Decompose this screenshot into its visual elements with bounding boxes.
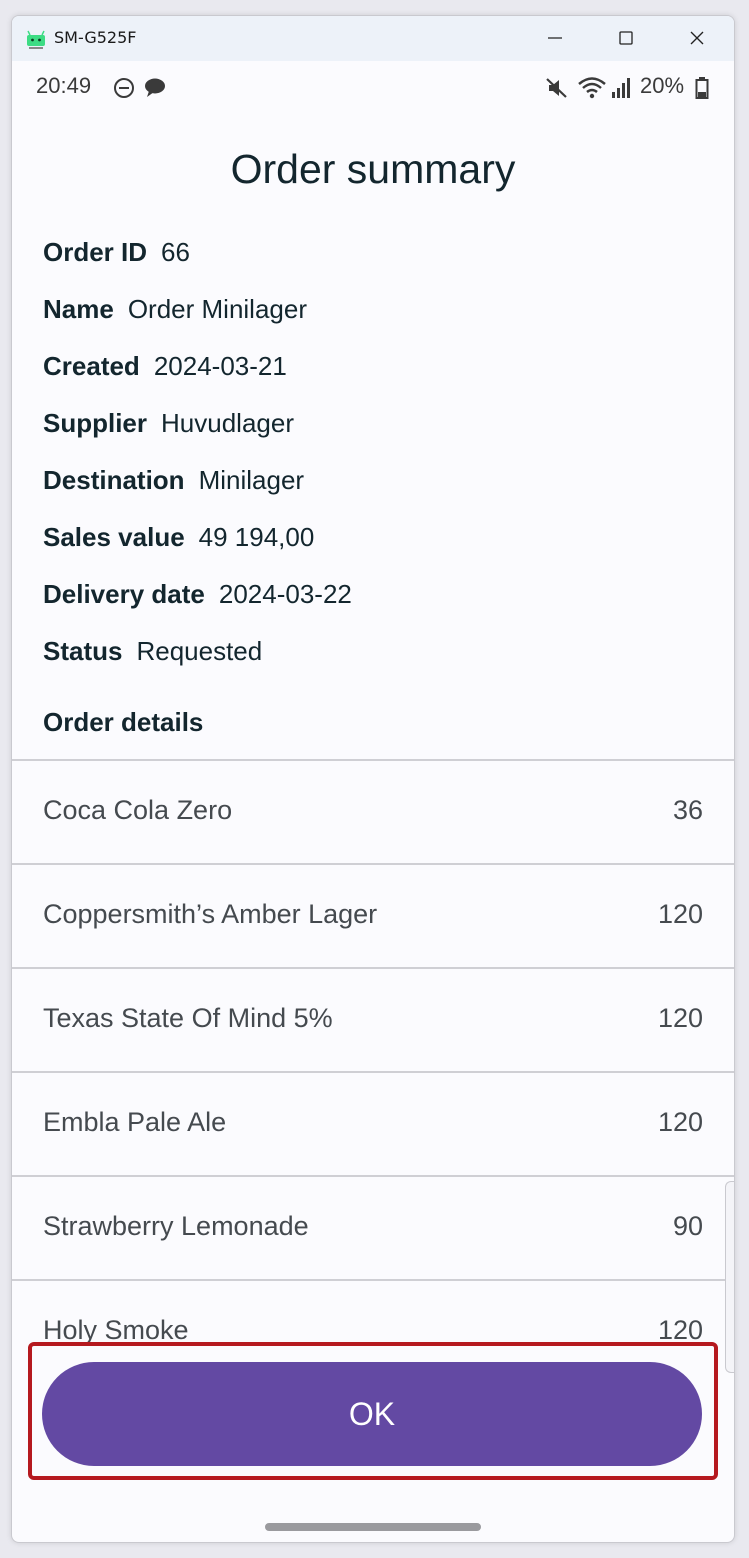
field-value: 2024-03-22	[218, 579, 352, 609]
field-label: Created	[43, 351, 140, 381]
scrollbar[interactable]	[725, 1181, 734, 1373]
item-qty: 90	[672, 1211, 703, 1241]
chat-bubble-icon	[145, 78, 165, 97]
list-item[interactable]: Strawberry Lemonade 90	[12, 1177, 734, 1281]
item-qty: 120	[657, 1107, 703, 1137]
field-value: 66	[161, 237, 190, 267]
minimize-icon[interactable]	[532, 23, 578, 53]
item-qty: 36	[672, 795, 703, 825]
field-value: Requested	[136, 636, 263, 666]
field-status: Status Requested	[43, 636, 262, 667]
item-name: Coppersmith’s Amber Lager	[43, 899, 378, 929]
order-items-list[interactable]: Coca Cola Zero 36 Coppersmith’s Amber La…	[12, 759, 734, 1345]
item-qty: 120	[657, 1315, 703, 1345]
window-titlebar: SM-G525F	[12, 16, 734, 61]
battery-icon	[695, 77, 709, 99]
field-value: 49 194,00	[198, 522, 315, 552]
item-qty: 120	[657, 899, 703, 929]
battery-percent: 20%	[640, 73, 685, 98]
field-name: Name Order Minilager	[43, 294, 307, 325]
status-bar: 20:49 20%	[12, 61, 734, 111]
gesture-nav-handle[interactable]	[265, 1523, 481, 1531]
field-created: Created 2024-03-21	[43, 351, 287, 382]
item-qty: 120	[657, 1003, 703, 1033]
list-item[interactable]: Holy Smoke 120	[12, 1281, 734, 1345]
item-name: Coca Cola Zero	[43, 795, 233, 825]
app-window: SM-G525F 20:49 20% Order summary Order I…	[11, 15, 735, 1543]
ok-button[interactable]: OK	[42, 1362, 702, 1466]
item-name: Embla Pale Ale	[43, 1107, 227, 1137]
maximize-icon[interactable]	[603, 23, 649, 53]
list-item[interactable]: Coppersmith’s Amber Lager 120	[12, 865, 734, 969]
list-item[interactable]: Embla Pale Ale 120	[12, 1073, 734, 1177]
android-icon	[27, 30, 45, 49]
item-name: Texas State Of Mind 5%	[43, 1003, 333, 1033]
field-value: 2024-03-21	[153, 351, 287, 381]
field-label: Status	[43, 636, 123, 666]
item-name: Strawberry Lemonade	[43, 1211, 309, 1241]
field-order-id: Order ID 66	[43, 237, 190, 268]
field-value: Huvudlager	[161, 408, 294, 438]
field-label: Delivery date	[43, 579, 205, 609]
item-name: Holy Smoke	[43, 1315, 189, 1345]
list-item[interactable]: Texas State Of Mind 5% 120	[12, 969, 734, 1073]
list-item[interactable]: Coca Cola Zero 36	[12, 761, 734, 865]
field-label: Name	[43, 294, 114, 324]
close-icon[interactable]	[674, 23, 720, 53]
field-delivery-date: Delivery date 2024-03-22	[43, 579, 352, 610]
signal-icon	[612, 78, 630, 98]
field-value: Order Minilager	[127, 294, 307, 324]
page-title: Order summary	[230, 146, 516, 192]
do-not-disturb-icon	[114, 78, 134, 98]
field-label: Destination	[43, 465, 185, 495]
field-sales-value: Sales value 49 194,00	[43, 522, 314, 553]
mute-icon	[546, 78, 567, 98]
order-details-heading: Order details	[43, 707, 204, 737]
status-time: 20:49	[36, 73, 92, 98]
window-title: SM-G525F	[54, 28, 137, 47]
field-label: Order ID	[43, 237, 148, 267]
field-supplier: Supplier Huvudlager	[43, 408, 294, 439]
wifi-icon	[578, 77, 606, 99]
field-value: Minilager	[198, 465, 305, 495]
field-label: Sales value	[43, 522, 185, 552]
field-label: Supplier	[43, 408, 148, 438]
field-destination: Destination Minilager	[43, 465, 304, 496]
